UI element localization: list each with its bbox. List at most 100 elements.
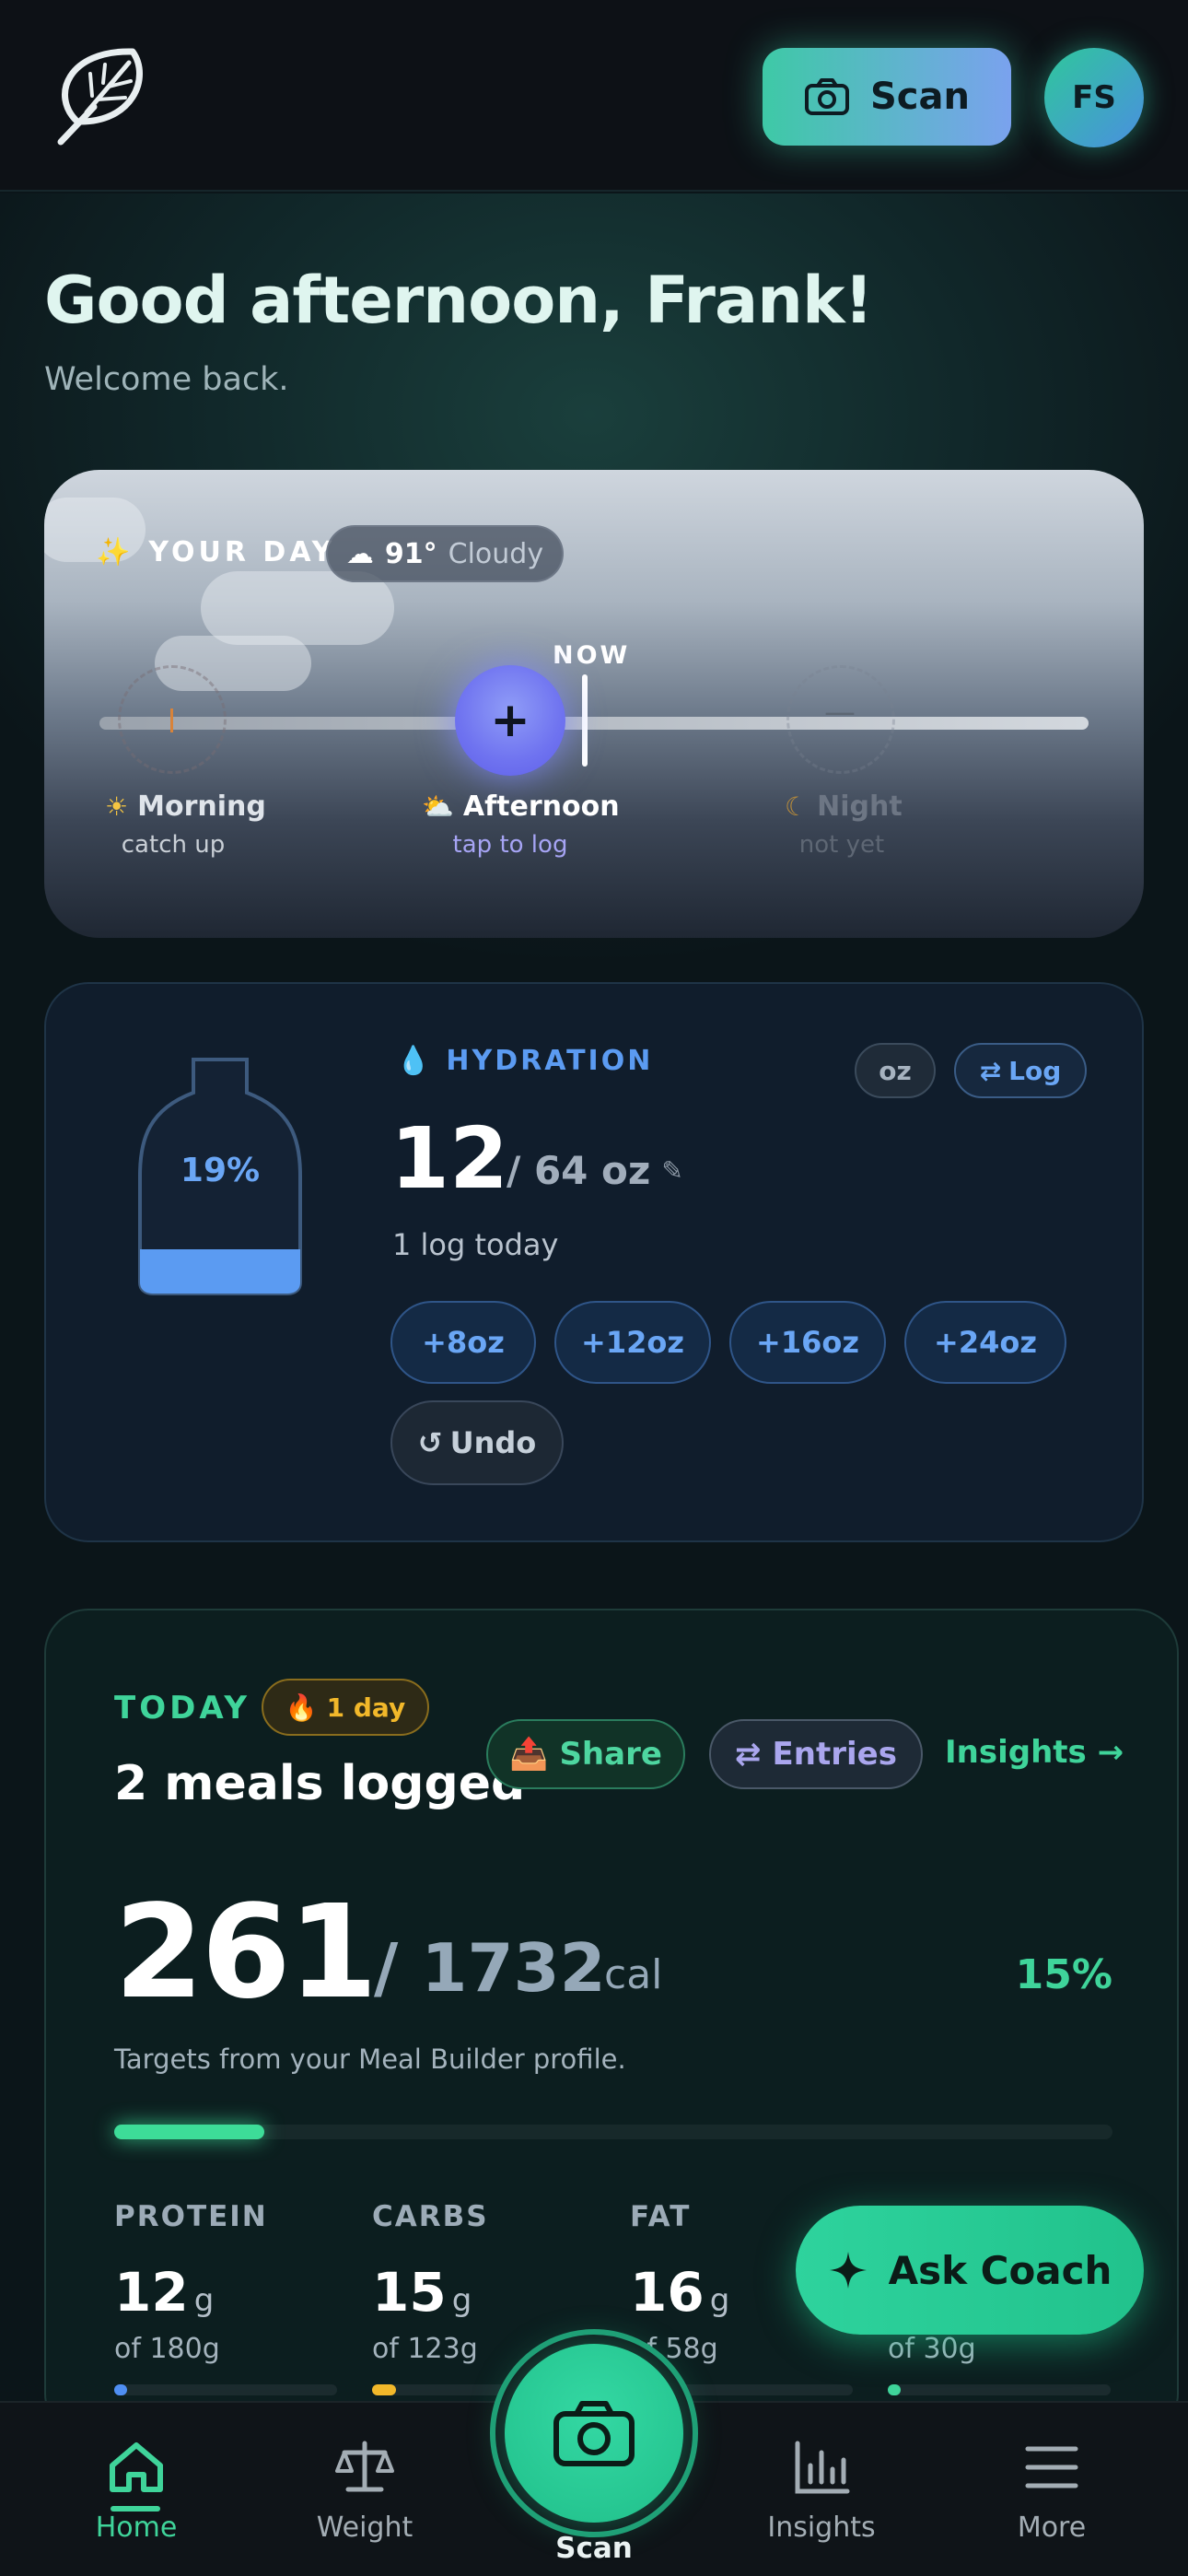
your-day-label: ✨ YOUR DAY — [96, 536, 335, 568]
swap-icon: ⇄ — [735, 1736, 762, 1773]
nav-weight[interactable]: Weight — [291, 2440, 438, 2544]
add-16oz-button[interactable]: +16oz — [729, 1301, 886, 1384]
nav-home-label: Home — [95, 2512, 178, 2544]
nav-active-indicator — [111, 2506, 160, 2512]
protein-progress-track — [114, 2384, 337, 2395]
day-timeline-card: ✨ YOUR DAY ☁ 91° Cloudy NOW + — ☀ Mornin… — [44, 470, 1144, 938]
nav-home[interactable]: Home — [63, 2440, 210, 2544]
night-dash: — — [824, 694, 856, 731]
fat-amount: 16 — [630, 2261, 705, 2324]
night-sub: not yet — [798, 831, 885, 859]
add-12oz-button[interactable]: +12oz — [554, 1301, 711, 1384]
share-label: Share — [559, 1736, 662, 1773]
protein-target: of 180g — [114, 2333, 220, 2365]
calories-percent: 15% — [1015, 1951, 1112, 1998]
your-day-text: YOUR DAY — [148, 536, 336, 568]
unit-label: oz — [879, 1055, 912, 1086]
ask-coach-button[interactable]: Ask Coach — [796, 2206, 1144, 2335]
carbs-amount: 15 — [372, 2261, 447, 2324]
hydration-title: HYDRATION — [446, 1045, 654, 1077]
hydration-label: 💧 HYDRATION — [396, 1045, 653, 1077]
swap-icon: ⇄ — [979, 1055, 1002, 1086]
insights-link[interactable]: Insights → — [945, 1734, 1124, 1771]
hydration-log-label: Log — [1008, 1055, 1062, 1086]
streak-text: 1 day — [326, 1692, 406, 1723]
share-button[interactable]: 📤 Share — [486, 1719, 685, 1789]
today-label: TODAY — [114, 1690, 250, 1727]
weather-badge: ☁ 91° Cloudy — [326, 525, 564, 582]
home-icon — [110, 2442, 163, 2492]
protein-amount: 12 — [114, 2261, 189, 2324]
carbs-progress-fill — [372, 2384, 396, 2395]
camera-icon — [805, 78, 849, 115]
afternoon-name: ⛅ Afternoon — [422, 790, 620, 823]
menu-icon — [1025, 2446, 1078, 2488]
meals-logged: 2 meals logged — [114, 1756, 526, 1811]
unit-toggle-button[interactable]: oz — [855, 1043, 936, 1098]
morning-marker — [170, 708, 173, 732]
nav-more-label: More — [1017, 2512, 1087, 2544]
greeting-title: Good afternoon, Frank! — [44, 263, 873, 338]
targets-note: Targets from your Meal Builder profile. — [114, 2043, 626, 2075]
afternoon-log-button[interactable]: + — [455, 665, 565, 776]
fiber-target: of 30g — [888, 2333, 976, 2365]
weather-temp: 91° — [384, 537, 437, 570]
flame-icon: 🔥 — [285, 1692, 318, 1723]
scan-fab-button[interactable] — [505, 2344, 683, 2523]
entries-label: Entries — [772, 1736, 897, 1773]
afternoon-sub: tap to log — [452, 831, 568, 859]
nav-insights[interactable]: Insights — [748, 2440, 895, 2544]
morning-sub: catch up — [121, 831, 226, 859]
protein-unit: g — [193, 2282, 215, 2319]
night-name: ☾ Night — [785, 790, 903, 823]
morning-name: ☀ Morning — [105, 790, 266, 823]
camera-icon — [553, 2401, 635, 2466]
fiber-progress-track — [888, 2384, 1111, 2395]
streak-badge: 🔥 1 day — [262, 1679, 429, 1736]
calories-unit: cal — [604, 1951, 663, 1998]
hydration-log-count: 1 log today — [392, 1227, 559, 1262]
undo-button[interactable]: ↺ Undo — [390, 1400, 564, 1485]
fat-unit: g — [709, 2282, 730, 2319]
morning-slot[interactable] — [118, 665, 227, 774]
scan-button[interactable]: Scan — [763, 48, 1011, 146]
bar-chart-icon — [795, 2441, 850, 2494]
add-24oz-button[interactable]: +24oz — [904, 1301, 1066, 1384]
edit-icon[interactable]: ✎ — [661, 1155, 682, 1186]
nav-scan-label: Scan — [555, 2532, 633, 2565]
moon-icon: ☾ — [785, 791, 809, 822]
add-16oz-label: +16oz — [756, 1325, 859, 1360]
water-drop-icon: 💧 — [396, 1045, 434, 1077]
calories-progress-fill — [114, 2125, 264, 2139]
avatar[interactable]: FS — [1044, 48, 1144, 147]
fat-value: 16 g — [630, 2261, 729, 2324]
entries-button[interactable]: ⇄ Entries — [709, 1719, 923, 1789]
carbs-value: 15 g — [372, 2261, 472, 2324]
weather-desc: Cloudy — [448, 537, 544, 570]
hydration-log-button[interactable]: ⇄ Log — [954, 1043, 1087, 1098]
add-8oz-button[interactable]: +8oz — [390, 1301, 536, 1384]
afternoon-label: Afternoon — [462, 790, 620, 823]
nav-more[interactable]: More — [978, 2440, 1125, 2544]
cloud-icon: ☁ — [345, 537, 374, 570]
greeting-subtitle: Welcome back. — [44, 361, 289, 398]
share-tray-icon: 📤 — [509, 1736, 549, 1773]
calories-consumed: 261 — [114, 1878, 378, 2028]
morning-label: Morning — [137, 790, 266, 823]
scale-icon — [335, 2441, 394, 2492]
add-24oz-label: +24oz — [934, 1325, 1037, 1360]
plus-icon: + — [490, 693, 530, 748]
hydration-goal: / 64 oz ✎ — [507, 1148, 683, 1193]
undo-icon: ↺ — [417, 1425, 443, 1460]
sparkle-icon — [829, 2252, 867, 2289]
cloud-decoration — [201, 571, 394, 645]
carbs-name: CARBS — [372, 2200, 489, 2233]
sun-icon: ☀ — [105, 791, 129, 822]
fat-name: FAT — [630, 2200, 692, 2233]
night-slot[interactable]: — — [786, 665, 895, 774]
scan-button-label: Scan — [870, 76, 970, 118]
protein-name: PROTEIN — [114, 2200, 268, 2233]
sun-cloud-icon: ⛅ — [422, 791, 454, 822]
night-label: Night — [817, 790, 903, 823]
sparkle-icon: ✨ — [96, 536, 134, 568]
